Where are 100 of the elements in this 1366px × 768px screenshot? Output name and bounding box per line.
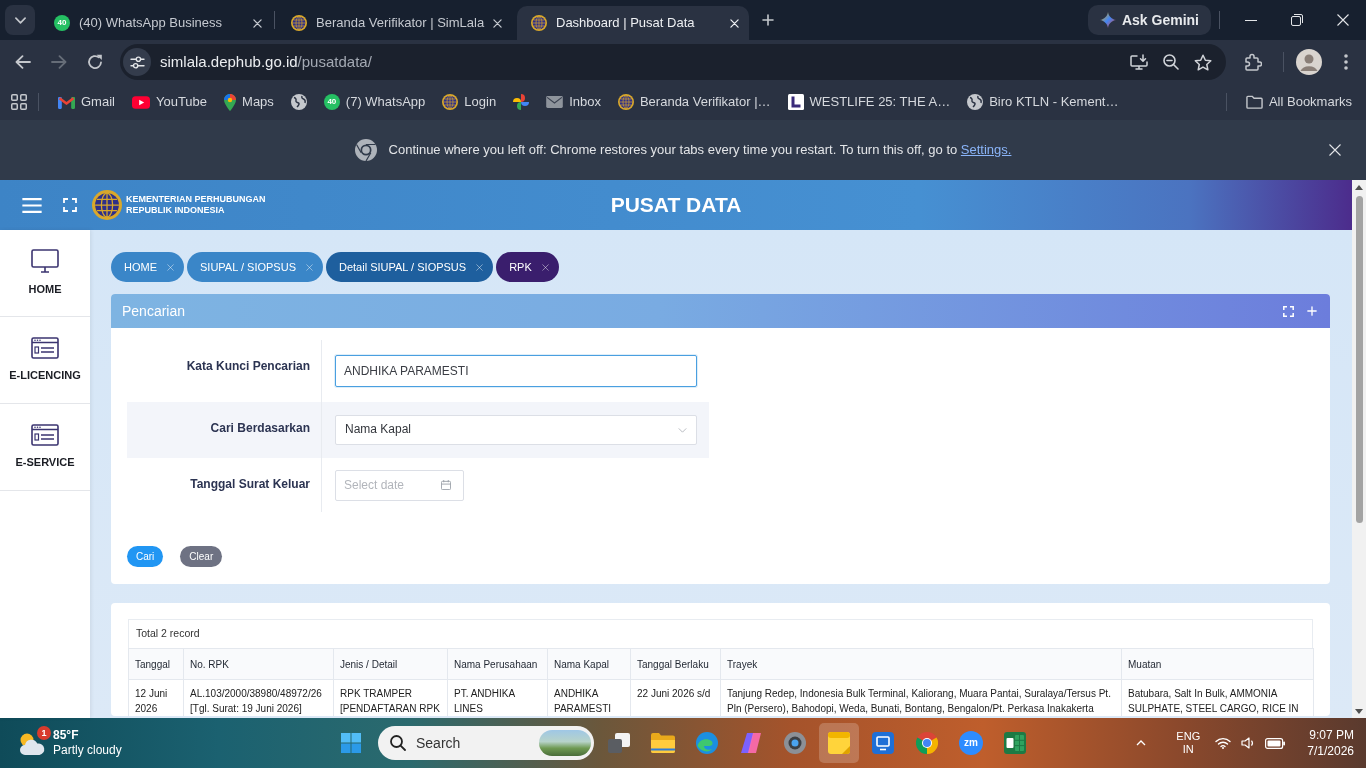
browser-tab[interactable]: 40 (40) WhatsApp Business bbox=[40, 6, 272, 40]
column-header: Muatan bbox=[1121, 648, 1314, 680]
chevron-up-icon[interactable] bbox=[1136, 740, 1147, 746]
scrollbar[interactable] bbox=[1352, 180, 1366, 718]
scroll-up-icon[interactable] bbox=[1355, 185, 1363, 190]
apps-grid-icon[interactable] bbox=[11, 94, 27, 110]
restore-message: Continue where you left off: Chrome restores your tabs every time you restart. To turn this off, go to Settings. bbox=[388, 141, 1012, 159]
close-icon[interactable] bbox=[493, 18, 503, 28]
breadcrumb-tab[interactable]: Detail SIUPAL / SIOPSUS bbox=[326, 252, 494, 282]
field-label: Cari Berdasarkan bbox=[209, 420, 311, 437]
panel-title: Pencarian bbox=[122, 301, 186, 321]
column-header: Tanggal bbox=[128, 648, 184, 680]
clock-time[interactable]: 9:07 PM bbox=[1309, 727, 1354, 743]
speaker-icon[interactable] bbox=[1241, 737, 1256, 749]
browser-tab[interactable]: Beranda Verifikator | SimLala bbox=[277, 6, 509, 40]
bookmark[interactable]: 40 (7) WhatsApp bbox=[315, 88, 434, 116]
chevron-down-icon bbox=[14, 16, 26, 24]
reload-icon[interactable] bbox=[87, 54, 103, 70]
column-header: Nama Kapal bbox=[547, 648, 631, 680]
forward-icon[interactable] bbox=[51, 55, 67, 69]
folder-icon bbox=[651, 733, 675, 753]
close-icon[interactable] bbox=[1337, 14, 1349, 26]
square-logo-icon bbox=[787, 94, 804, 110]
fullscreen-icon[interactable] bbox=[63, 198, 77, 212]
globe-icon bbox=[967, 94, 984, 110]
select-field[interactable]: Nama Kapal bbox=[335, 415, 697, 445]
wifi-icon[interactable] bbox=[1215, 737, 1232, 749]
ask-button[interactable]: Ask Gemini bbox=[1087, 5, 1211, 35]
ring-logo-icon bbox=[354, 139, 377, 161]
clock-date[interactable]: 7/1/2026 bbox=[1307, 743, 1354, 759]
bookmark[interactable]: WESTLIFE 25: THE A… bbox=[779, 88, 959, 116]
logo-text: KEMENTERIAN PERHUBUNGAN bbox=[126, 194, 266, 205]
notification-count: 40 bbox=[54, 15, 70, 31]
bookmark[interactable]: YouTube bbox=[123, 88, 216, 116]
bookmark[interactable]: Maps bbox=[216, 88, 282, 116]
star-icon[interactable] bbox=[1194, 53, 1212, 71]
all-bookmarks-button[interactable]: All Bookmarks bbox=[1237, 88, 1360, 116]
notification-count: 40 bbox=[323, 94, 340, 110]
search-icon bbox=[390, 735, 406, 751]
puzzle-icon[interactable] bbox=[1244, 53, 1262, 71]
temperature: 85°F bbox=[53, 728, 80, 743]
play-icon bbox=[131, 95, 150, 109]
bookmark[interactable]: Beranda Verifikator |… bbox=[609, 88, 779, 116]
scrollbar-thumb[interactable] bbox=[1355, 196, 1363, 523]
address-bar[interactable]: simlala.dephub.go.id/pusatdata/ bbox=[120, 44, 1226, 80]
language-code[interactable]: IN bbox=[1182, 743, 1194, 756]
tab-search-button[interactable] bbox=[5, 5, 35, 35]
language-code[interactable]: ENG bbox=[1176, 730, 1201, 743]
breadcrumb-tab[interactable]: SIUPAL / SIOPSUS bbox=[187, 252, 323, 282]
breadcrumb-tab[interactable]: RPK bbox=[496, 252, 559, 282]
emblem-icon bbox=[531, 15, 547, 31]
browser-tab[interactable]: Dashboard | Pusat Data bbox=[517, 6, 749, 40]
url-text: simlala.dephub.go.id/pusatdata/ bbox=[160, 52, 372, 72]
sticky-note-icon bbox=[828, 732, 850, 754]
new-tab-icon[interactable] bbox=[762, 14, 774, 26]
more-menu-icon[interactable] bbox=[1344, 54, 1348, 70]
bookmark[interactable]: Biro KTLN - Kement… bbox=[959, 88, 1127, 116]
column-header: Tanggal Berlaku bbox=[630, 648, 721, 680]
browser-logo-icon bbox=[916, 732, 938, 754]
text-input[interactable]: ANDHIKA PARAMESTI bbox=[335, 355, 697, 387]
emblem-icon bbox=[291, 15, 307, 31]
settings-link[interactable]: Settings. bbox=[960, 141, 1012, 157]
bookmark[interactable]: Login bbox=[434, 88, 505, 116]
menu-icon[interactable] bbox=[22, 197, 42, 213]
minimize-icon[interactable] bbox=[1245, 19, 1257, 21]
breadcrumb-tab[interactable]: HOME bbox=[111, 252, 184, 282]
weather-condition: Partly cloudy bbox=[53, 743, 122, 758]
window-card-icon bbox=[31, 337, 59, 360]
start-icon[interactable] bbox=[341, 733, 361, 753]
close-icon[interactable] bbox=[1329, 144, 1341, 156]
action-button[interactable]: Clear bbox=[180, 546, 223, 567]
install-icon[interactable] bbox=[1130, 54, 1148, 70]
emblem-icon bbox=[617, 94, 634, 110]
expand-icon[interactable] bbox=[1283, 305, 1294, 317]
notification-count: 1 bbox=[37, 726, 51, 740]
field-label: Tanggal Surat Keluar bbox=[189, 476, 311, 493]
back-icon[interactable] bbox=[15, 55, 31, 69]
colorful-app-icon bbox=[740, 732, 762, 754]
plus-icon[interactable] bbox=[1307, 306, 1317, 316]
scroll-down-icon[interactable] bbox=[1355, 709, 1363, 714]
pinwheel-icon bbox=[513, 94, 530, 110]
bookmark[interactable]: Inbox bbox=[538, 88, 609, 116]
battery-icon[interactable] bbox=[1265, 737, 1286, 749]
close-icon[interactable] bbox=[253, 18, 262, 28]
monitor-icon bbox=[31, 249, 59, 274]
taskbar-button[interactable] bbox=[819, 723, 859, 763]
restore-icon[interactable] bbox=[1291, 14, 1303, 26]
envelope-icon bbox=[546, 96, 564, 108]
column-header: Trayek bbox=[720, 648, 1122, 680]
screen-app-icon bbox=[872, 732, 894, 754]
site-info-button[interactable] bbox=[123, 48, 151, 76]
folder-icon bbox=[1245, 95, 1263, 109]
zoom-out-icon[interactable] bbox=[1163, 54, 1179, 70]
mail-icon bbox=[58, 95, 75, 109]
bookmark[interactable]: Gmail bbox=[50, 88, 123, 116]
page-title: PUSAT DATA bbox=[610, 192, 742, 219]
column-header: No. RPK bbox=[183, 648, 334, 680]
lens-icon bbox=[784, 732, 806, 754]
profile-avatar[interactable] bbox=[1296, 49, 1322, 75]
date-field[interactable]: Select date bbox=[335, 469, 464, 501]
